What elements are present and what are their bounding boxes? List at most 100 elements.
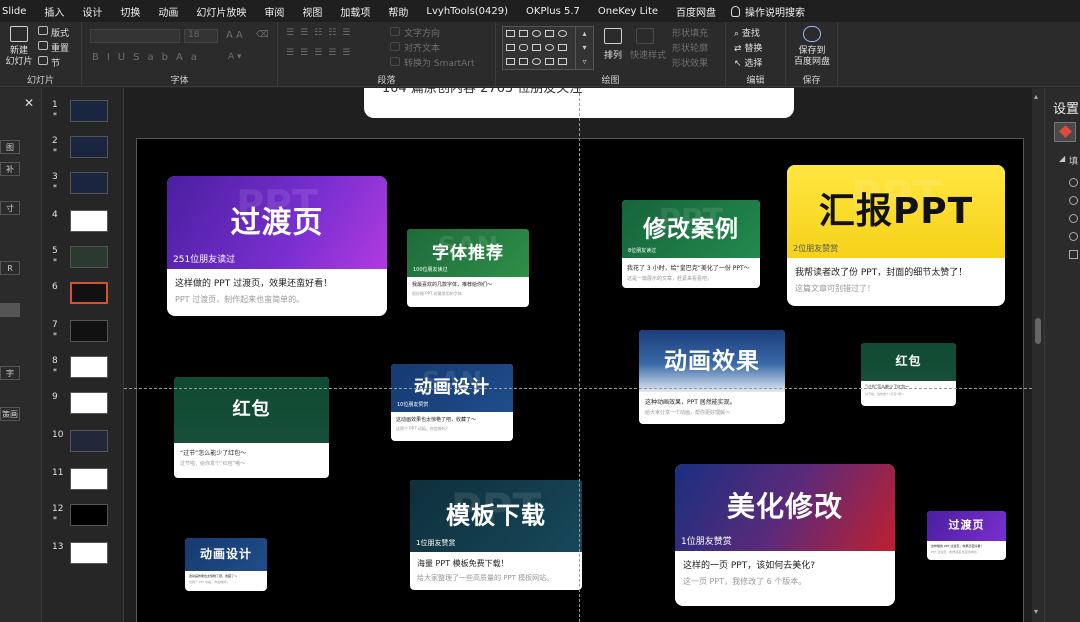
replace-button[interactable]: ⇄ 替换	[734, 41, 762, 54]
slide-thumbnail[interactable]: 10	[42, 430, 124, 460]
menu-review[interactable]: 审阅	[255, 4, 293, 19]
slide-thumbnail[interactable]: 9	[42, 392, 124, 422]
fill-option-radio-2[interactable]	[1069, 196, 1078, 205]
slide-preview[interactable]	[70, 100, 108, 122]
slide-preview[interactable]	[70, 356, 108, 378]
slide-thumbnail[interactable]: 8 *	[42, 356, 124, 386]
menu-animations[interactable]: 动画	[149, 4, 187, 19]
shape-outline-button[interactable]: 形状轮廓	[672, 41, 708, 54]
fill-option-checkbox[interactable]	[1069, 250, 1078, 259]
find-button[interactable]: ⌕ 查找	[734, 26, 760, 39]
vertical-guide[interactable]	[579, 88, 580, 622]
article-card[interactable]: PPT 模板下载 1位朋友赞赏 海量 PPT 模板免费下载！ 给大家整理了一些高质量的 …	[410, 480, 582, 590]
article-card[interactable]: PPT 修改案例 8位朋友读过 我花了 3 小时，给“皇巴克”美化了一份 PPT～ 这是…	[622, 200, 760, 288]
slide-preview[interactable]	[70, 430, 108, 452]
slide-preview[interactable]	[70, 210, 108, 232]
align-buttons[interactable]: ☰☰☰☰☰	[286, 48, 356, 58]
slide-preview[interactable]	[70, 468, 108, 490]
slide-preview[interactable]	[70, 542, 108, 564]
left-panel-btn-6[interactable]: 策画	[0, 407, 20, 421]
vertical-scrollbar[interactable]: ▴ ▾	[1032, 88, 1044, 622]
section-button[interactable]: 节	[51, 56, 60, 69]
fill-option-radio-4[interactable]	[1069, 232, 1078, 241]
left-panel-btn-1[interactable]: 图	[0, 140, 20, 154]
slide-thumbnail[interactable]: 12 *	[42, 504, 124, 534]
article-card[interactable]: 过渡页 这样做的 PPT 过渡页，效果还蛮好看！ PPT 过渡页，制作起来也蛮简单的…	[927, 511, 1006, 560]
article-card[interactable]: 动画效果 这种动画效果，PPT 居然能实现。 给大家分享一个动画，帮你更好理解～	[639, 330, 785, 424]
menu-insert[interactable]: 插入	[35, 4, 73, 19]
slide-thumbnail[interactable]: 7 *	[42, 320, 124, 350]
slide-preview[interactable]	[70, 392, 108, 414]
left-panel-btn-4[interactable]: R	[0, 261, 20, 275]
menu-help[interactable]: 帮助	[379, 4, 417, 19]
scrollbar-thumb[interactable]	[1035, 318, 1041, 344]
font-grow-icon[interactable]: A A	[226, 30, 243, 41]
horizontal-guide[interactable]	[124, 388, 1032, 389]
article-card[interactable]: 红包 “过节”怎么能少了红包～ 过节啦，给你发个“红包”哦～	[861, 343, 956, 406]
menu-lvyhtools[interactable]: LvyhTools(0429)	[417, 6, 517, 17]
menu-okplus[interactable]: OKPlus 5.7	[517, 6, 589, 17]
close-icon[interactable]: ✕	[24, 96, 34, 110]
article-card[interactable]: SAN 动画设计 10位朋友赞赏 这动画效果也太惊艳了吧，收藏了～ 这两个 PPT 动画…	[391, 364, 513, 441]
left-panel-btn-3[interactable]: 寸	[0, 201, 20, 215]
menu-view[interactable]: 视图	[293, 4, 331, 19]
select-button[interactable]: ↖ 选择	[734, 56, 762, 69]
slide-thumbnail[interactable]: 2 *	[42, 136, 124, 166]
font-style-buttons[interactable]: BIUSabAa	[92, 52, 205, 63]
slide-thumbnail[interactable]: 13	[42, 542, 124, 572]
menu-baidu-netdisk[interactable]: 百度网盘	[667, 4, 725, 19]
new-slide-button[interactable]: 新建 幻灯片	[2, 46, 36, 68]
font-size-box[interactable]: 18	[184, 29, 218, 43]
slide-thumbnail[interactable]: 6	[42, 282, 124, 312]
tell-me-search[interactable]: 操作说明搜索	[725, 4, 814, 19]
slide-preview[interactable]	[70, 320, 108, 342]
menu-addins[interactable]: 加载项	[331, 4, 379, 19]
save-to-netdisk-button[interactable]: 保存到 百度网盘	[794, 46, 830, 68]
left-panel-btn-5[interactable]: 字	[0, 366, 20, 380]
slide-thumbnail[interactable]: 5 *	[42, 246, 124, 276]
article-card[interactable]: SAN 字体推荐 100位朋友读过 我最喜欢的几款字体，推荐给你们～ 很好做 PPT 时…	[407, 229, 529, 307]
slide-preview[interactable]	[70, 282, 108, 304]
text-direction-button[interactable]: 文字方向	[404, 26, 440, 39]
menu-slideshow[interactable]: 幻灯片放映	[187, 4, 255, 19]
slide-preview[interactable]	[70, 172, 108, 194]
article-card[interactable]: PPT 过渡页 251位朋友读过 这样做的 PPT 过渡页，效果还蛮好看！ PPT 过渡…	[167, 176, 387, 316]
article-card[interactable]: 动画设计 这动画效果也太惊艳了吧，收藏了～ 这两个 PPT 动画，你会做吗？	[185, 538, 267, 591]
left-panel-field[interactable]	[0, 303, 20, 317]
menu-design[interactable]: 设计	[73, 4, 111, 19]
shape-gallery[interactable]: ▴ ▾ ▿	[502, 26, 594, 70]
slide-thumbnail[interactable]: 11	[42, 468, 124, 498]
fill-option-radio-3[interactable]	[1069, 214, 1078, 223]
align-text-button[interactable]: 对齐文本	[404, 41, 440, 54]
reset-button[interactable]: 重置	[51, 41, 69, 54]
font-color-icon[interactable]: A ▾	[228, 52, 242, 62]
article-card[interactable]: 美化修改 1位朋友赞赏 这样的一页 PPT，该如何去美化? 这一页 PPT，我修改了 …	[675, 464, 895, 606]
collapse-icon[interactable]: ◢	[1059, 154, 1065, 163]
slide-thumbnail[interactable]: 4	[42, 210, 124, 240]
clear-format-icon[interactable]: ⌫	[256, 30, 269, 40]
fill-tab[interactable]	[1054, 122, 1076, 142]
slide-preview[interactable]	[70, 246, 108, 268]
shape-fill-button[interactable]: 形状填充	[672, 26, 708, 39]
scroll-down-icon[interactable]: ▾	[1034, 607, 1038, 616]
scroll-up-icon[interactable]: ▴	[1034, 92, 1038, 101]
article-card[interactable]: 红包 “过节”怎么能少了红包～ 过节啦，给你发个“红包”哦～	[174, 377, 329, 478]
fill-option-radio-1[interactable]	[1069, 178, 1078, 187]
list-buttons[interactable]: ☰☰☷☷☰	[286, 28, 356, 38]
slide-preview[interactable]	[70, 504, 108, 526]
menu-transitions[interactable]: 切换	[111, 4, 149, 19]
slide-preview[interactable]	[70, 136, 108, 158]
arrange-button[interactable]: 排列	[604, 48, 622, 61]
slide-thumbnail[interactable]: 1 *	[42, 100, 124, 130]
menu-onekey[interactable]: OneKey Lite	[589, 6, 667, 17]
smartart-button[interactable]: 转换为 SmartArt	[404, 56, 474, 69]
gallery-scroll[interactable]: ▴ ▾ ▿	[575, 27, 593, 69]
article-card[interactable]: PPT 汇报PPT 2位朋友赞赏 我帮读者改了份 PPT，封面的细节太赞了！ 这篇文章可…	[787, 165, 1005, 306]
left-panel-btn-2[interactable]: 补	[0, 162, 20, 176]
quick-styles-button[interactable]: 快速样式	[630, 48, 666, 61]
layout-button[interactable]: 版式	[51, 26, 69, 39]
menu-slide[interactable]: Slide	[0, 6, 35, 17]
shape-effects-button[interactable]: 形状效果	[672, 56, 708, 69]
font-name-box[interactable]	[90, 29, 180, 43]
slide-thumbnail[interactable]: 3 *	[42, 172, 124, 202]
